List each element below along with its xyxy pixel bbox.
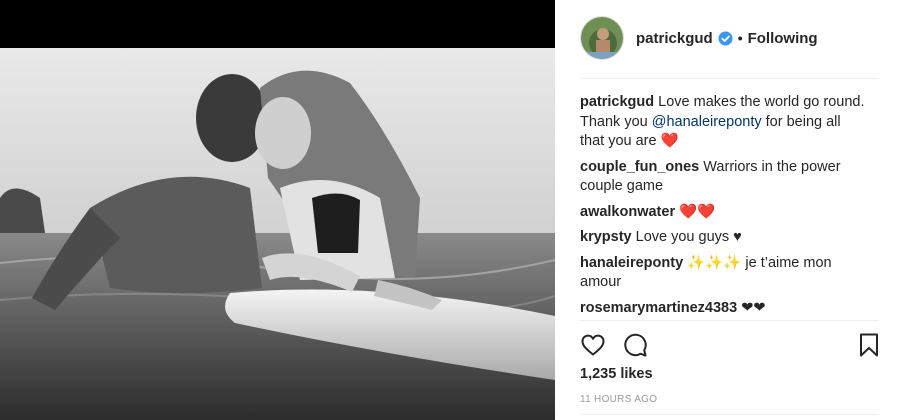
comment-box-divider <box>580 414 878 415</box>
comment-item: hanaleireponty ✨✨✨ je t’aime mon amour <box>580 254 865 293</box>
actions-divider <box>580 320 878 321</box>
post-timestamp[interactable]: 11 HOURS AGO <box>580 394 657 405</box>
avatar[interactable] <box>580 16 624 60</box>
header-divider <box>580 78 878 79</box>
caption-comment: patrickgud Love makes the world go round… <box>580 93 865 152</box>
red-hearts-emoji: ❤️❤️ <box>679 203 716 220</box>
comment-item: rosemarymartinez4383 ❤❤ <box>580 299 865 319</box>
likes-count[interactable]: 1,235 likes <box>580 366 653 382</box>
comment-text: Love you guys ♥ <box>635 229 742 245</box>
comment-item: couple_fun_ones Warriors in the power co… <box>580 158 865 197</box>
verified-badge-icon <box>718 31 733 46</box>
action-bar <box>580 332 880 360</box>
comments-list: patrickgud Love makes the world go round… <box>580 93 865 324</box>
comment-username[interactable]: patrickgud <box>580 94 654 110</box>
post-header: patrickgud • Following <box>580 14 880 62</box>
speech-bubble-icon[interactable] <box>622 332 648 363</box>
mention-link[interactable]: @hanaleireponty <box>652 114 762 130</box>
separator-dot: • <box>737 30 743 46</box>
comment-item: krypsty Love you guys ♥ <box>580 228 865 248</box>
comment-username[interactable]: krypsty <box>580 229 632 245</box>
red-heart-emoji: ❤️ <box>660 133 679 149</box>
comment-username[interactable]: couple_fun_ones <box>580 159 699 175</box>
comment-text: ❤❤ <box>741 299 766 316</box>
comment-username[interactable]: awalkonwater <box>580 204 675 220</box>
sparkles-emoji: ✨✨✨ <box>687 254 742 271</box>
comment-username[interactable]: hanaleireponty <box>580 255 683 271</box>
post-photo[interactable] <box>0 0 555 420</box>
comment-username[interactable]: rosemarymartinez4383 <box>580 300 737 316</box>
post-side-panel: patrickgud • Following patrickgud Love m… <box>555 0 900 420</box>
author-username[interactable]: patrickgud <box>636 30 713 47</box>
bookmark-icon[interactable] <box>858 332 880 363</box>
photo-image <box>0 48 555 420</box>
following-button[interactable]: Following <box>748 30 818 47</box>
heart-outline-icon[interactable] <box>580 332 606 363</box>
comment-item: awalkonwater ❤️❤️ <box>580 203 865 223</box>
